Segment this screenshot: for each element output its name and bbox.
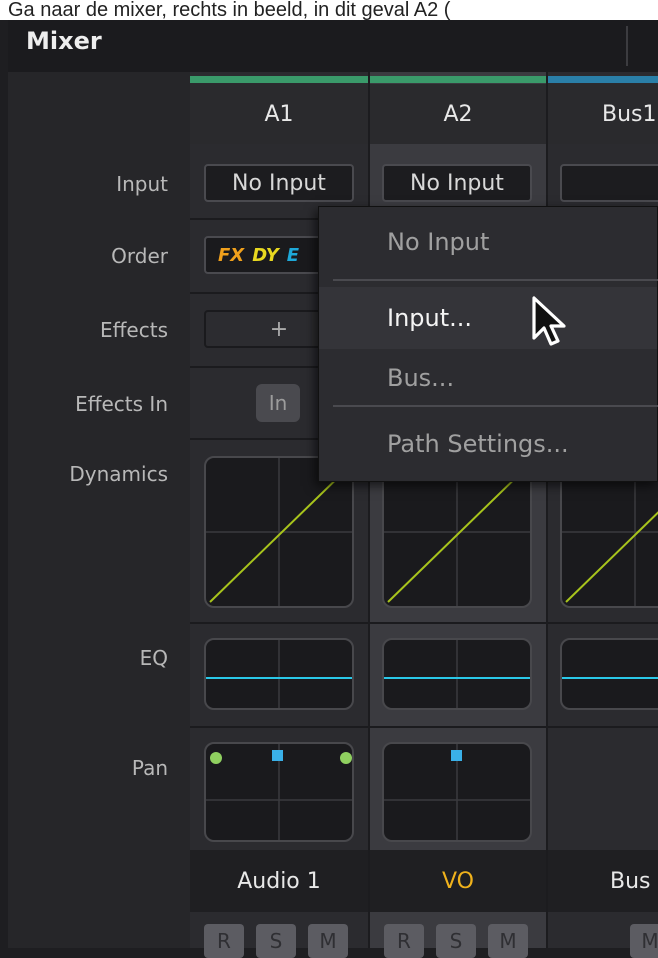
- eq-graph[interactable]: [560, 638, 658, 710]
- channel-strip-bus1: Bus1 Bus M: [548, 72, 658, 958]
- track-name-label: Bus: [610, 868, 651, 894]
- tutorial-caption: Ga naar de mixer, rechts in beeld, in di…: [0, 0, 658, 20]
- order-fx: FX: [218, 244, 245, 266]
- mixer-header: Mixer: [8, 20, 658, 72]
- track-name[interactable]: Bus: [548, 850, 658, 912]
- menu-divider: [333, 279, 658, 281]
- input-selector-button[interactable]: [560, 164, 658, 202]
- row-labels: Input Order Effects Effects In Dynamics …: [8, 72, 190, 948]
- cell-divider: [190, 726, 368, 728]
- input-selector-button[interactable]: No Input: [382, 164, 532, 202]
- cell-divider: [548, 726, 658, 728]
- channel-color-bar: [370, 76, 546, 83]
- solo-button[interactable]: S: [256, 924, 296, 958]
- row-label-dynamics: Dynamics: [69, 462, 168, 486]
- channel-name[interactable]: Bus1: [548, 84, 658, 144]
- channel-strip-a2: A2 No Input VO R S M: [370, 72, 548, 958]
- menu-item-no-input[interactable]: No Input: [319, 211, 657, 273]
- effects-in-button[interactable]: In: [256, 384, 300, 422]
- plus-icon: +: [269, 316, 289, 342]
- mute-button[interactable]: M: [488, 924, 528, 958]
- channel-strip-a1: A1 No Input FX DY E + In Audio 1 R S M: [190, 72, 370, 958]
- pan-graph[interactable]: [382, 742, 532, 842]
- menu-divider: [333, 405, 658, 407]
- panel-title: Mixer: [26, 27, 102, 55]
- pan-display: [384, 744, 530, 840]
- row-label-eq: EQ: [139, 646, 168, 670]
- row-label-effects-in: Effects In: [75, 392, 168, 416]
- channel-name[interactable]: A1: [190, 84, 368, 144]
- menu-item-input[interactable]: Input...: [319, 287, 657, 349]
- mixer-panel: Input Order Effects Effects In Dynamics …: [8, 72, 658, 958]
- row-label-input: Input: [116, 172, 168, 196]
- eq-graph[interactable]: [382, 638, 532, 710]
- record-button[interactable]: R: [204, 924, 244, 958]
- track-name[interactable]: VO: [370, 850, 546, 912]
- eq-curve: [562, 677, 658, 679]
- channel-color-bar: [548, 76, 658, 83]
- solo-button[interactable]: S: [436, 924, 476, 958]
- track-name-label: Audio 1: [237, 868, 321, 894]
- menu-item-path-settings[interactable]: Path Settings...: [319, 413, 657, 475]
- eq-curve: [206, 640, 352, 708]
- arrow-cursor-icon: [532, 296, 566, 346]
- channel-name[interactable]: A2: [370, 84, 546, 144]
- header-divider: [626, 26, 628, 66]
- track-name[interactable]: Audio 1: [190, 850, 368, 912]
- eq-graph[interactable]: [204, 638, 354, 710]
- mute-button[interactable]: M: [630, 924, 658, 958]
- record-button[interactable]: R: [384, 924, 424, 958]
- pan-display: [206, 744, 352, 840]
- pan-graph[interactable]: [204, 742, 354, 842]
- row-label-pan: Pan: [131, 756, 168, 780]
- order-dy: DY: [252, 244, 279, 266]
- input-selector-button[interactable]: No Input: [204, 164, 354, 202]
- cell-divider: [190, 622, 368, 624]
- eq-curve: [384, 640, 530, 708]
- cell-divider: [370, 622, 546, 624]
- channel-color-bar: [190, 76, 368, 83]
- menu-item-bus[interactable]: Bus...: [319, 347, 657, 409]
- cell-divider: [370, 726, 546, 728]
- cell-divider: [548, 622, 658, 624]
- input-context-menu: No Input Input... Bus... Path Settings..…: [318, 206, 658, 482]
- row-label-order: Order: [111, 244, 168, 268]
- track-name-label: VO: [442, 868, 474, 894]
- mute-button[interactable]: M: [308, 924, 348, 958]
- row-label-effects: Effects: [100, 318, 168, 342]
- order-eq: E: [286, 244, 300, 266]
